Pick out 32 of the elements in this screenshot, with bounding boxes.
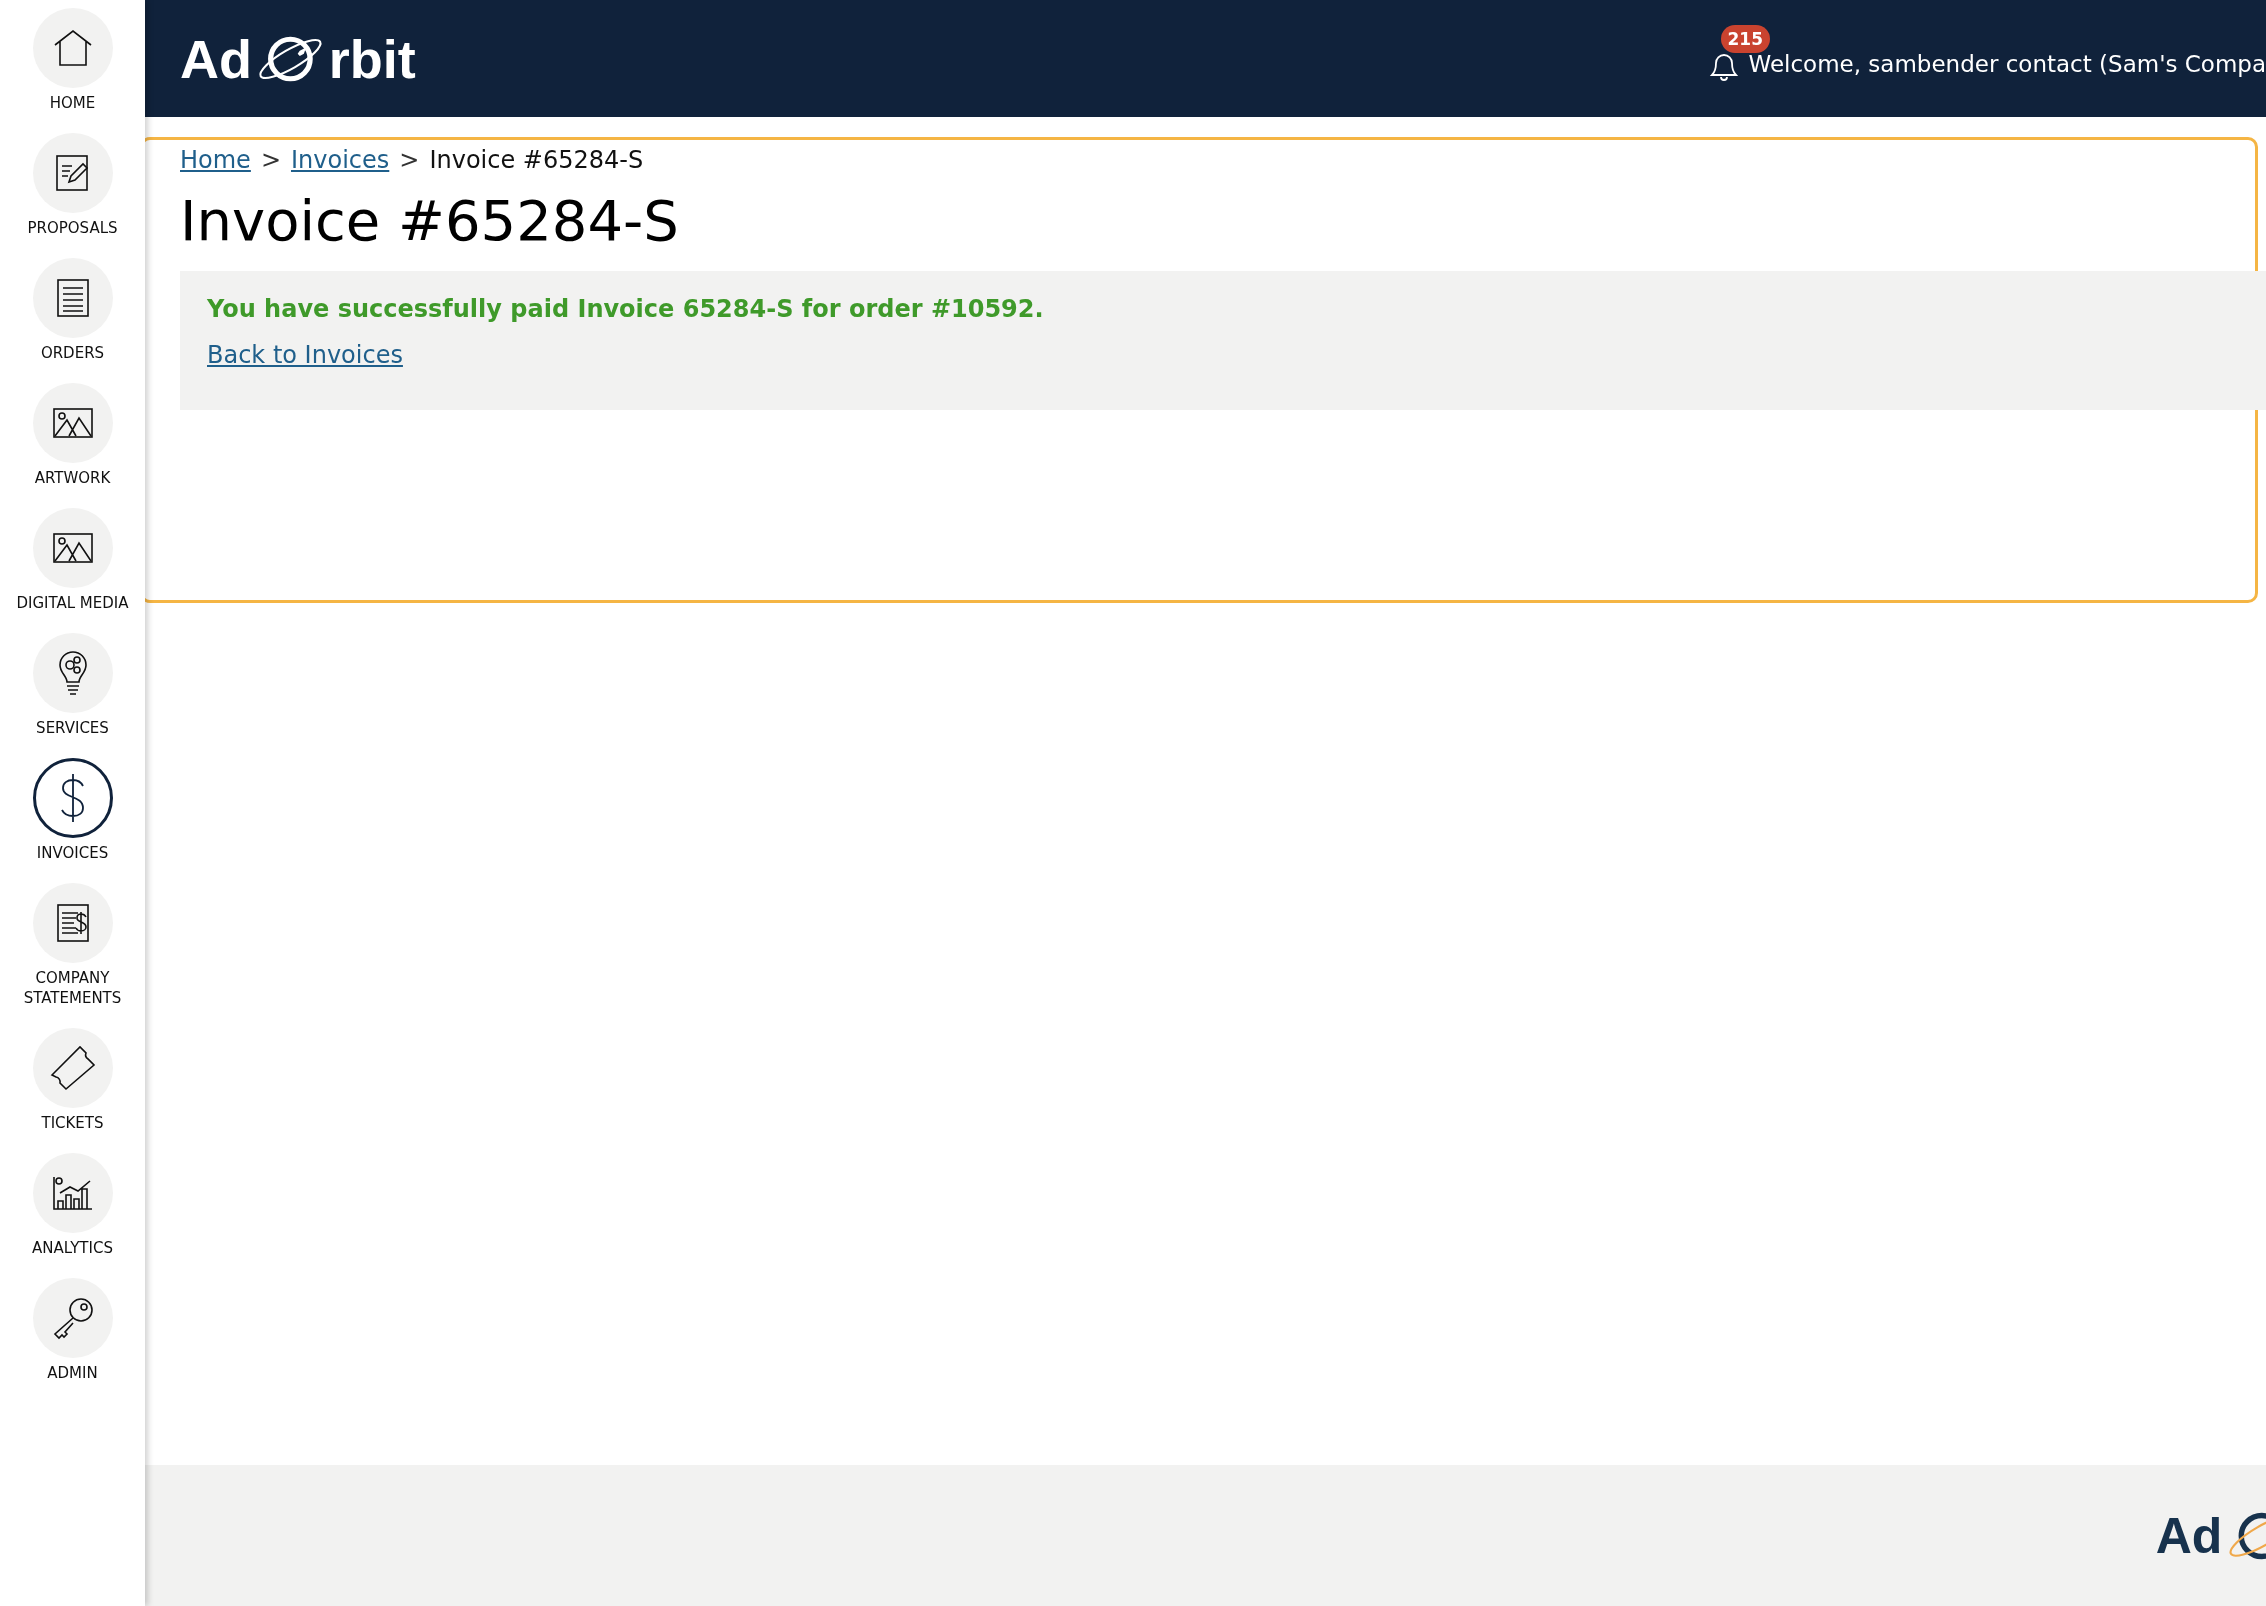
image-icon (52, 533, 93, 563)
image-icon (52, 408, 93, 438)
sidebar-item[interactable]: HOME (2, 8, 143, 113)
footer-logo-text: Ad (2155, 1510, 2223, 1561)
bar-chart-icon (51, 1175, 94, 1211)
lightbulb-gears-icon (57, 650, 88, 696)
back-link[interactable]: Back to Invoices (207, 341, 403, 369)
sidebar-item[interactable]: INVOICES (2, 758, 143, 863)
sidebar-item[interactable]: TICKETS (2, 1028, 143, 1133)
dollar-document-icon (55, 903, 90, 943)
breadcrumb-current: Invoice #65284-S (429, 146, 644, 174)
sidebar-item[interactable]: COMPANY STATEMENTS (2, 883, 143, 1008)
pencil-document-icon (54, 154, 91, 192)
house-icon (52, 29, 93, 67)
sidebar-item[interactable]: ADMIN (2, 1278, 143, 1383)
sidebar-item[interactable]: ARTWORK (2, 383, 143, 488)
notification-badge: 215 (1720, 24, 1771, 53)
success-message: You have successfully paid Invoice 65284-S for order #10592. (207, 295, 1045, 323)
breadcrumb-separator: > (399, 146, 420, 174)
sidebar-item[interactable]: ANALYTICS (2, 1153, 143, 1258)
document-icon (55, 278, 90, 318)
sidebar-item[interactable]: PROPOSALS (2, 133, 143, 238)
ticket-icon (49, 1045, 96, 1091)
breadcrumb-separator: > (260, 146, 281, 174)
welcome-text: Welcome, sambender contact (Sam's Compa (1748, 50, 2266, 77)
breadcrumb-link[interactable]: Home (180, 146, 251, 174)
sidebar-item[interactable]: SERVICES (2, 633, 143, 738)
breadcrumb-link[interactable]: Invoices (291, 146, 390, 174)
page-title: Invoice #65284-S (180, 188, 680, 253)
logo[interactable]: Ad rbit (180, 31, 416, 86)
sidebar-item[interactable]: DIGITAL MEDIA (2, 508, 143, 613)
sidebar-item[interactable]: ORDERS (2, 258, 143, 363)
